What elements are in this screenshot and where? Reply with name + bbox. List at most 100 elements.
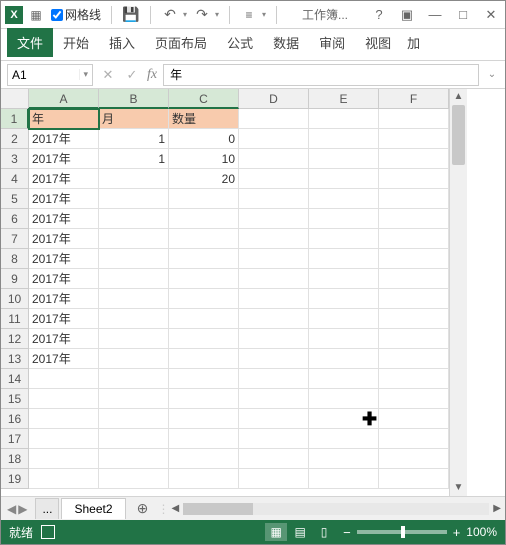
redo-drop[interactable]: ▾: [215, 10, 219, 19]
cell-a10[interactable]: 2017年: [29, 289, 99, 309]
column-header-d[interactable]: D: [239, 89, 309, 109]
cell-c17[interactable]: [169, 429, 239, 449]
cell-a18[interactable]: [29, 449, 99, 469]
cell-a17[interactable]: [29, 429, 99, 449]
cell-f14[interactable]: [379, 369, 449, 389]
cell-a9[interactable]: 2017年: [29, 269, 99, 289]
tab-review[interactable]: 审阅: [309, 28, 355, 57]
cell-c8[interactable]: [169, 249, 239, 269]
select-all-corner[interactable]: [1, 89, 29, 109]
zoom-in-button[interactable]: +: [453, 525, 461, 540]
spreadsheet-grid[interactable]: ABCDEF1年月数量22017年1032017年11042017年205201…: [1, 89, 449, 496]
cell-b1[interactable]: 月: [99, 109, 169, 129]
formula-input[interactable]: 年: [163, 64, 479, 86]
undo-icon[interactable]: ↶: [161, 6, 179, 24]
cell-c13[interactable]: [169, 349, 239, 369]
cell-a2[interactable]: 2017年: [29, 129, 99, 149]
cell-a8[interactable]: 2017年: [29, 249, 99, 269]
vscroll-track[interactable]: [450, 105, 467, 480]
cell-d9[interactable]: [239, 269, 309, 289]
tab-layout[interactable]: 页面布局: [145, 28, 217, 57]
row-header-12[interactable]: 12: [1, 329, 29, 349]
cell-b10[interactable]: [99, 289, 169, 309]
cell-a13[interactable]: 2017年: [29, 349, 99, 369]
cell-b11[interactable]: [99, 309, 169, 329]
name-box-drop-icon[interactable]: ▾: [79, 69, 92, 80]
cell-f18[interactable]: [379, 449, 449, 469]
list-drop[interactable]: ▾: [262, 10, 266, 19]
tab-data[interactable]: 数据: [263, 28, 309, 57]
cell-d11[interactable]: [239, 309, 309, 329]
cancel-icon[interactable]: ✕: [99, 67, 117, 83]
tab-view[interactable]: 视图: [355, 28, 401, 57]
cell-d18[interactable]: [239, 449, 309, 469]
formula-expand-icon[interactable]: ⌄: [485, 69, 499, 80]
cell-a14[interactable]: [29, 369, 99, 389]
cell-e12[interactable]: [309, 329, 379, 349]
horizontal-scrollbar[interactable]: ◀ ▶: [168, 503, 505, 515]
cell-e8[interactable]: [309, 249, 379, 269]
cell-f2[interactable]: [379, 129, 449, 149]
cell-a3[interactable]: 2017年: [29, 149, 99, 169]
cell-e18[interactable]: [309, 449, 379, 469]
cell-d4[interactable]: [239, 169, 309, 189]
cell-d3[interactable]: [239, 149, 309, 169]
list-icon[interactable]: ≡: [240, 6, 258, 24]
cell-e13[interactable]: [309, 349, 379, 369]
tab-formulas[interactable]: 公式: [217, 28, 263, 57]
column-header-a[interactable]: A: [29, 89, 99, 109]
cell-d19[interactable]: [239, 469, 309, 489]
row-header-10[interactable]: 10: [1, 289, 29, 309]
cell-f11[interactable]: [379, 309, 449, 329]
view-break-icon[interactable]: ▯: [313, 523, 335, 541]
cell-f12[interactable]: [379, 329, 449, 349]
cell-d16[interactable]: [239, 409, 309, 429]
cell-e7[interactable]: [309, 229, 379, 249]
cell-b6[interactable]: [99, 209, 169, 229]
cell-a1[interactable]: 年: [29, 109, 99, 129]
cell-c12[interactable]: [169, 329, 239, 349]
cell-c16[interactable]: [169, 409, 239, 429]
tab-file[interactable]: 文件: [7, 28, 53, 57]
view-normal-icon[interactable]: ▦: [265, 523, 287, 541]
ribbon-options-button[interactable]: ▣: [397, 7, 417, 23]
cell-a4[interactable]: 2017年: [29, 169, 99, 189]
row-header-13[interactable]: 13: [1, 349, 29, 369]
cell-d14[interactable]: [239, 369, 309, 389]
cell-d7[interactable]: [239, 229, 309, 249]
row-header-8[interactable]: 8: [1, 249, 29, 269]
cell-f15[interactable]: [379, 389, 449, 409]
cell-e11[interactable]: [309, 309, 379, 329]
cell-b12[interactable]: [99, 329, 169, 349]
cell-e4[interactable]: [309, 169, 379, 189]
tab-more[interactable]: 加: [401, 28, 426, 57]
cell-e10[interactable]: [309, 289, 379, 309]
undo-drop[interactable]: ▾: [183, 10, 187, 19]
cell-b5[interactable]: [99, 189, 169, 209]
row-header-1[interactable]: 1: [1, 109, 29, 129]
vscroll-thumb[interactable]: [452, 105, 465, 165]
cell-a5[interactable]: 2017年: [29, 189, 99, 209]
vertical-scrollbar[interactable]: ▲ ▼: [449, 89, 467, 496]
row-header-19[interactable]: 19: [1, 469, 29, 489]
cell-e3[interactable]: [309, 149, 379, 169]
cell-a7[interactable]: 2017年: [29, 229, 99, 249]
cell-b15[interactable]: [99, 389, 169, 409]
cell-f10[interactable]: [379, 289, 449, 309]
cell-f13[interactable]: [379, 349, 449, 369]
row-header-4[interactable]: 4: [1, 169, 29, 189]
cell-d12[interactable]: [239, 329, 309, 349]
column-header-e[interactable]: E: [309, 89, 379, 109]
grid-icon[interactable]: ▦: [27, 6, 45, 24]
zoom-thumb[interactable]: [401, 526, 405, 538]
scroll-up-icon[interactable]: ▲: [450, 89, 467, 105]
cell-d15[interactable]: [239, 389, 309, 409]
cell-d6[interactable]: [239, 209, 309, 229]
cell-d8[interactable]: [239, 249, 309, 269]
cell-f3[interactable]: [379, 149, 449, 169]
cell-c19[interactable]: [169, 469, 239, 489]
cell-f17[interactable]: [379, 429, 449, 449]
column-header-c[interactable]: C: [169, 89, 239, 109]
cell-a16[interactable]: [29, 409, 99, 429]
row-header-9[interactable]: 9: [1, 269, 29, 289]
